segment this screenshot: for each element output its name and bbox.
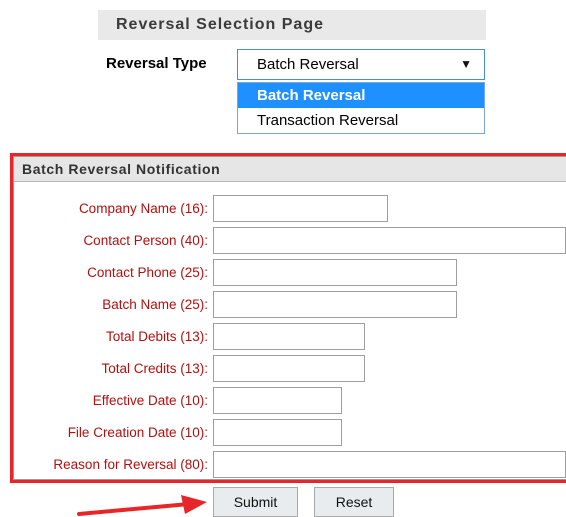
option-batch-reversal[interactable]: Batch Reversal: [238, 83, 484, 108]
row-contact-phone: Contact Phone (25):: [0, 258, 208, 287]
row-total-credits: Total Credits (13):: [0, 354, 208, 383]
red-arrow-icon: [77, 495, 207, 516]
file-creation-date-input[interactable]: [213, 419, 342, 446]
total-credits-label: Total Credits (13):: [101, 361, 208, 376]
contact-person-input[interactable]: [213, 227, 566, 254]
effective-date-input[interactable]: [213, 387, 342, 414]
reversal-type-select[interactable]: Batch Reversal ▼: [237, 49, 485, 80]
file-creation-date-label: File Creation Date (10):: [67, 425, 208, 440]
reason-for-reversal-input[interactable]: [213, 451, 566, 478]
reset-button[interactable]: Reset: [314, 487, 394, 517]
row-contact-person: Contact Person (40):: [0, 226, 208, 255]
reversal-type-selected-value: Batch Reversal: [257, 56, 359, 73]
company-name-input[interactable]: [213, 195, 388, 222]
panel-title: Batch Reversal Notification: [14, 157, 566, 182]
effective-date-label: Effective Date (10):: [92, 393, 208, 408]
contact-phone-label: Contact Phone (25):: [87, 265, 208, 280]
batch-name-input[interactable]: [213, 291, 457, 318]
total-debits-label: Total Debits (13):: [105, 329, 208, 344]
page-title: Reversal Selection Page: [98, 10, 486, 40]
submit-button[interactable]: Submit: [213, 487, 298, 517]
row-company-name: Company Name (16):: [0, 194, 208, 223]
option-transaction-reversal[interactable]: Transaction Reversal: [238, 108, 484, 133]
caret-down-icon: ▼: [460, 57, 472, 71]
total-credits-input[interactable]: [213, 355, 365, 382]
row-batch-name: Batch Name (25):: [0, 290, 208, 319]
reversal-type-label: Reversal Type: [106, 55, 207, 72]
row-file-creation-date: File Creation Date (10):: [0, 418, 208, 447]
contact-person-label: Contact Person (40):: [83, 233, 208, 248]
company-name-label: Company Name (16):: [78, 201, 208, 216]
reversal-type-dropdown[interactable]: Batch Reversal Transaction Reversal: [237, 82, 485, 134]
row-effective-date: Effective Date (10):: [0, 386, 208, 415]
batch-name-label: Batch Name (25):: [102, 297, 208, 312]
reason-for-reversal-label: Reason for Reversal (80):: [53, 457, 208, 472]
row-total-debits: Total Debits (13):: [0, 322, 208, 351]
row-reason-for-reversal: Reason for Reversal (80):: [0, 450, 208, 479]
contact-phone-input[interactable]: [213, 259, 457, 286]
total-debits-input[interactable]: [213, 323, 365, 350]
